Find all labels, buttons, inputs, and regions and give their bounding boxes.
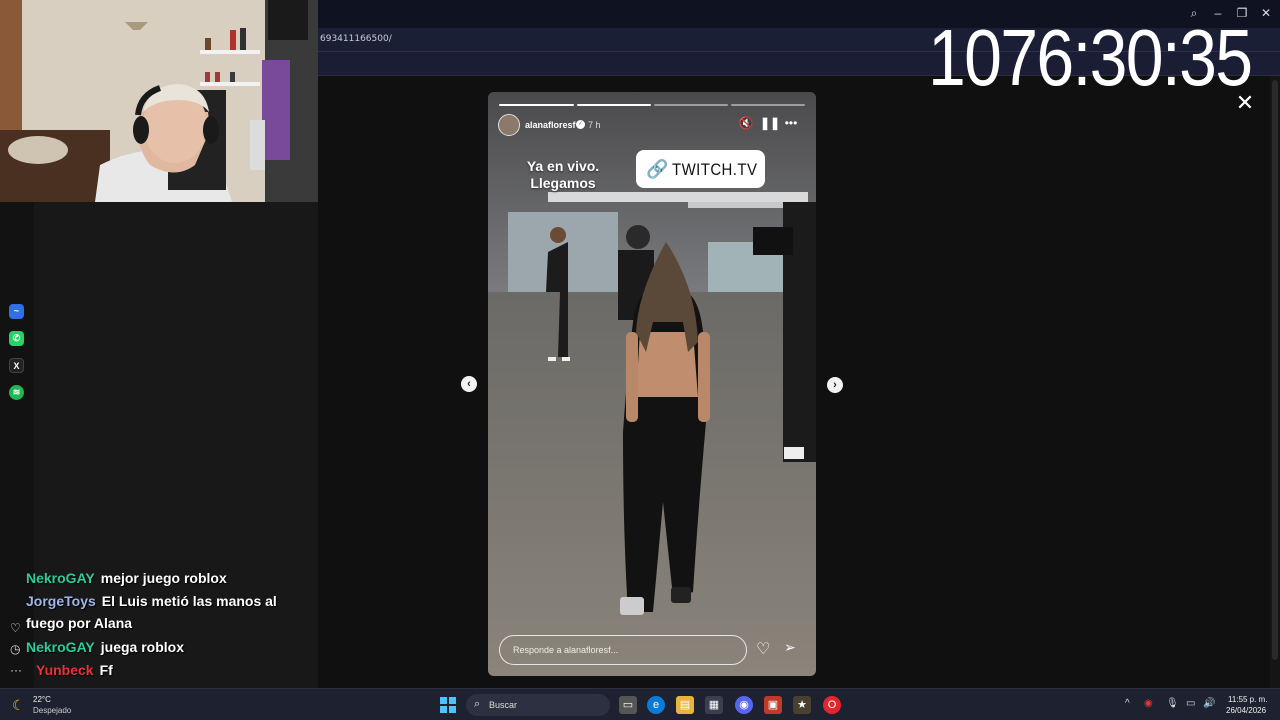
chat-text: Ff — [99, 662, 113, 678]
discord-icon[interactable]: ◉ — [735, 696, 753, 714]
story-caption: Ya en vivo. Llegamos — [526, 158, 600, 191]
story-progress-2 — [577, 104, 651, 106]
next-story-button[interactable]: › — [827, 377, 843, 393]
clock-date[interactable]: 26/04/2026 — [1226, 706, 1266, 715]
more-icon[interactable]: ··· — [10, 663, 22, 677]
task-view-icon[interactable]: ▭ — [619, 696, 637, 714]
close-icon[interactable]: ✕ — [1258, 6, 1274, 20]
edge-icon[interactable]: e — [647, 696, 665, 714]
pause-icon[interactable]: ❚❚ — [760, 116, 780, 130]
webcam-feed — [0, 0, 318, 202]
whatsapp-icon[interactable]: ✆ — [9, 331, 24, 346]
link-icon: 🔗 — [646, 159, 669, 179]
chat-username[interactable]: JorgeToys — [26, 593, 96, 609]
spotify-icon[interactable]: ≋ — [9, 385, 24, 400]
chevron-up-icon[interactable]: ^ — [1125, 698, 1130, 709]
chat-text: mejor juego roblox — [100, 570, 227, 586]
stream-timer: 1076:30:35 — [928, 13, 1253, 102]
moon-icon[interactable]: ☾ — [12, 697, 25, 714]
heart-icon[interactable]: ♡ — [756, 639, 770, 659]
network-icon[interactable]: ▭ — [1186, 698, 1195, 709]
story-card[interactable]: alanafloresf ✓ 7 h 🔇 ❚❚ ••• Ya en vivo. … — [488, 92, 816, 676]
taskbar: ☾ 22°C Despejado ⌕ Buscar ▭ e ▤ ▦ ◉ ▣ ★ … — [0, 688, 1280, 720]
scrollbar-thumb[interactable] — [1272, 80, 1278, 660]
link-sticker[interactable]: 🔗 TWITCH.TV — [636, 150, 765, 188]
chat-message: Yunbeck Ff — [36, 659, 328, 681]
chat-message: NekroGAY mejor juego roblox — [26, 567, 318, 589]
store-icon[interactable]: ▦ — [705, 696, 723, 714]
address-url[interactable]: 693411166500/ — [320, 34, 392, 44]
verified-icon: ✓ — [576, 120, 585, 129]
search-icon: ⌕ — [474, 698, 481, 710]
app-icon[interactable]: ★ — [793, 696, 811, 714]
more-options-icon[interactable]: ••• — [783, 116, 799, 130]
volume-icon[interactable]: 🔊 — [1203, 698, 1215, 709]
file-explorer-icon[interactable]: ▤ — [676, 696, 694, 714]
heart-icon[interactable]: ♡ — [10, 621, 21, 635]
story-username[interactable]: alanafloresf — [525, 120, 576, 130]
close-story-icon[interactable]: ✕ — [1234, 92, 1256, 114]
chat-message: JorgeToys El Luis metió las manos al fueg… — [26, 590, 318, 634]
story-progress-1 — [499, 104, 574, 106]
microphone-icon[interactable]: 🎙 — [1166, 698, 1179, 709]
story-reply-input[interactable]: Responde a alanafloresf... — [499, 635, 747, 665]
mute-icon[interactable]: 🔇 — [738, 116, 754, 130]
search-label: Buscar — [489, 700, 518, 710]
story-progress-3 — [654, 104, 728, 106]
chat-username[interactable]: Yunbeck — [36, 662, 94, 678]
story-time: 7 h — [588, 120, 601, 130]
x-icon[interactable]: X — [9, 358, 24, 373]
story-avatar[interactable] — [498, 114, 520, 136]
tray-app-icon[interactable]: ◉ — [1144, 698, 1153, 709]
app-icon[interactable]: ▣ — [764, 696, 782, 714]
weather-temp[interactable]: 22°C — [33, 695, 51, 704]
taskbar-search[interactable]: ⌕ Buscar — [466, 694, 610, 716]
link-label[interactable]: TWITCH.TV — [672, 160, 757, 180]
clock-time[interactable]: 11:55 p. m. — [1228, 695, 1267, 704]
story-progress-4 — [731, 104, 805, 106]
chat-text: juega roblox — [100, 639, 184, 655]
chat-username[interactable]: NekroGAY — [26, 639, 95, 655]
weather-desc[interactable]: Despejado — [33, 706, 71, 715]
opera-icon[interactable]: O — [823, 696, 841, 714]
windows-start-icon[interactable] — [440, 697, 456, 713]
send-icon[interactable]: ➢ — [784, 639, 796, 656]
chat-message: NekroGAY juega roblox — [26, 636, 318, 658]
chat-username[interactable]: NekroGAY — [26, 570, 95, 586]
previous-story-button[interactable]: ‹ — [461, 376, 477, 392]
clock-icon[interactable]: ◷ — [10, 642, 20, 656]
reply-placeholder: Responde a alanafloresf... — [513, 645, 619, 655]
messenger-icon[interactable]: ~ — [9, 304, 24, 319]
